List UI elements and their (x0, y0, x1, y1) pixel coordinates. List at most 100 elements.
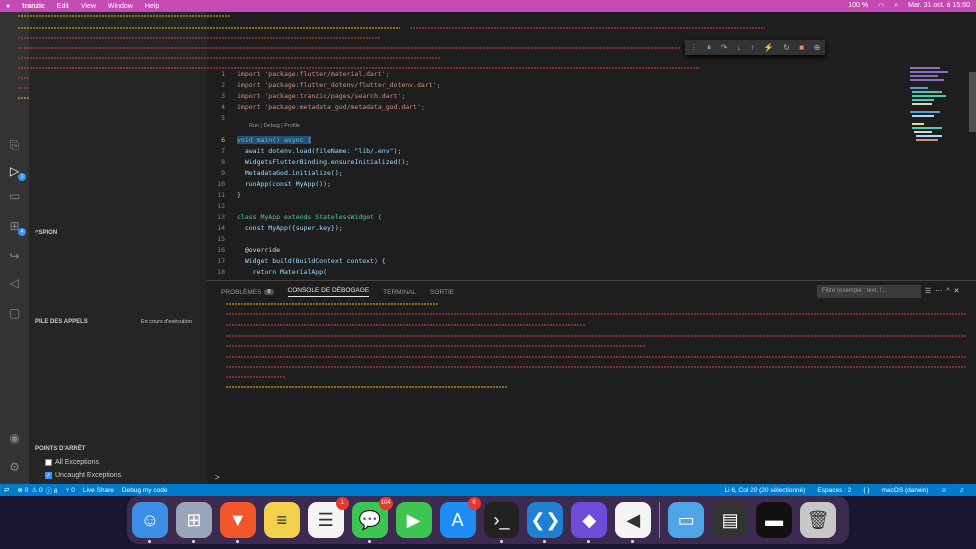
menu-help[interactable]: Help (145, 3, 159, 10)
console-filter-input[interactable]: Filtre (exemple : text, !... (817, 285, 921, 298)
dock-window-thumb-2-icon[interactable]: ▬ (756, 502, 793, 538)
line-number[interactable]: 11 (207, 191, 237, 199)
code-line[interactable]: 15 (207, 233, 237, 244)
indentation[interactable]: Espaces : 2 (817, 487, 851, 494)
line-number[interactable]: 15 (207, 235, 237, 243)
tab-output[interactable]: SORTIE (430, 287, 454, 297)
run-debug-icon[interactable]: ▷ 1 (6, 162, 26, 181)
menu-view[interactable]: View (81, 3, 96, 10)
apple-icon[interactable]: ● (6, 3, 10, 10)
tab-terminal[interactable]: TERMINAL (383, 287, 416, 297)
dock-obsidian-icon[interactable]: ◆ (571, 502, 608, 543)
console-prompt[interactable]: > (215, 473, 220, 482)
warnings-count[interactable]: ⚠ 0 (31, 486, 42, 494)
line-number[interactable]: 5 (207, 114, 237, 122)
dock-notes-icon[interactable]: ≡ (263, 502, 300, 538)
dock-facetime-icon[interactable]: ▶ (395, 502, 432, 538)
dock-terminal-icon[interactable]: ›_ (483, 502, 520, 543)
variables-header[interactable]: ^SPION (35, 230, 57, 236)
code-line[interactable]: 12 (207, 200, 237, 211)
clear-console-icon[interactable]: ☰ (925, 288, 935, 295)
code-line[interactable]: 8 WidgetsFlutterBinding.ensureInitialize… (207, 156, 409, 167)
line-number[interactable]: 18 (207, 268, 237, 276)
code-text[interactable]: } (237, 191, 241, 199)
code-line[interactable]: 11} (207, 189, 241, 200)
line-number[interactable]: 13 (207, 213, 237, 221)
dock-messages-icon[interactable]: 💬 104 (351, 497, 393, 543)
live-share-icon[interactable]: ↪ (6, 247, 23, 264)
dock-app-store-icon[interactable]: A6 (439, 497, 481, 538)
checkbox-checked[interactable]: ✓ (45, 472, 52, 479)
code-line[interactable]: 7 await dotenv.load(fileName: "lib/.env"… (207, 145, 401, 156)
code-text[interactable]: Widget build(BuildContext context) { (237, 257, 386, 265)
remote-explorer-icon[interactable]: ▭ (6, 187, 23, 204)
line-number[interactable]: 8 (207, 158, 237, 166)
errors-count[interactable]: ⊗ 0 (17, 486, 28, 494)
code-text[interactable]: MetadataGod.initialize(); (237, 169, 343, 177)
line-number[interactable]: 7 (207, 147, 237, 155)
code-line[interactable]: 13 class MyApp extends StatelessWidget { (207, 211, 382, 222)
maximize-icon[interactable]: ^ (946, 288, 953, 295)
code-line[interactable]: 14 const MyApp({super.key}); (207, 222, 343, 233)
breakpoint-all-exceptions[interactable]: All Exceptions (45, 459, 99, 466)
info-count[interactable]: ⓘ 8 (46, 485, 58, 495)
checkbox[interactable] (45, 459, 52, 466)
debug-mode-button[interactable]: Debug my code (122, 487, 168, 494)
dock-trash-icon[interactable]: 🗑 (800, 502, 836, 538)
close-panel-icon[interactable]: ✕ (954, 288, 964, 295)
code-line[interactable]: 9 MetadataGod.initialize(); (207, 167, 343, 178)
dock-launchpad-icon[interactable]: ⊞ (175, 502, 212, 543)
line-number[interactable]: 17 (207, 257, 237, 265)
code-line[interactable]: 6 void main() async { (207, 134, 312, 145)
dock-folder-icon[interactable]: ▭ (668, 502, 705, 538)
flutter-icon[interactable]: ◁ (6, 274, 23, 291)
line-number[interactable]: 9 (207, 169, 237, 177)
tab-debug-console[interactable]: CONSOLE DE DÉBOGAGE (287, 287, 370, 297)
code-text[interactable]: class MyApp extends StatelessWidget { (237, 213, 382, 221)
line-number[interactable]: 14 (207, 224, 237, 232)
explorer-icon[interactable]: ⎘ (6, 137, 23, 154)
breakpoints-header[interactable]: POINTS D'ARRÊT (35, 446, 85, 452)
search-icon[interactable]: ⌕ (894, 2, 898, 10)
settings-gear-icon[interactable]: ⚙ (6, 458, 23, 475)
dock-window-thumb-1-icon[interactable]: ▤ (712, 502, 749, 538)
breakpoint-uncaught-exceptions[interactable]: ✓ Uncaught Exceptions (45, 472, 121, 479)
remote-icon[interactable]: ⇄ (4, 486, 9, 494)
code-text[interactable]: void main() async { (237, 135, 312, 144)
code-line[interactable]: 16 @override (207, 244, 280, 255)
code-text[interactable]: return MaterialApp( (237, 268, 327, 276)
cursor-position[interactable]: Li 6, Col 20 (20 sélectionné) (724, 487, 805, 494)
more-actions-icon[interactable]: ⋯ (935, 288, 946, 295)
code-line[interactable]: 18 return MaterialApp( (207, 266, 327, 277)
dock-reminders-icon[interactable]: ☰ 1 (307, 497, 349, 538)
line-number[interactable]: 12 (207, 202, 237, 210)
device-selector[interactable]: macOS (darwin) (882, 487, 929, 494)
code-text[interactable]: runApp(const MyApp()); (237, 180, 331, 188)
callstack-header[interactable]: PILE DES APPELS (35, 319, 88, 325)
dock-vscode-icon[interactable]: ❮❯ (527, 502, 564, 543)
dock-finder-icon[interactable]: ☺ (132, 502, 168, 543)
line-number[interactable]: 10 (207, 180, 237, 188)
code-line[interactable]: 10 runApp(const MyApp()); (207, 178, 331, 189)
live-share-button[interactable]: Live Share (83, 487, 114, 494)
ports-count[interactable]: ⑂ 0 (66, 487, 75, 494)
language-braces[interactable]: { } (863, 487, 869, 494)
code-line[interactable]: 17 Widget build(BuildContext context) { (207, 255, 386, 266)
datetime[interactable]: Mar. 31 oct. à 15:50 (908, 2, 970, 10)
menu-app-name[interactable]: tranzic (22, 3, 45, 10)
menu-window[interactable]: Window (108, 3, 133, 10)
dock-flutter-icon[interactable]: ◀ (615, 502, 652, 543)
tab-problems[interactable]: PROBLÈMES 8 (221, 287, 274, 297)
live-share-icon[interactable]: ☺ (940, 487, 947, 494)
line-number[interactable]: 16 (207, 246, 237, 254)
code-text[interactable]: const MyApp({super.key}); (237, 224, 343, 232)
battery-text[interactable]: 100 % (848, 2, 868, 10)
code-text[interactable]: await dotenv.load(fileName: "lib/.env"); (237, 147, 402, 155)
chat-icon[interactable]: ▢ (6, 304, 23, 321)
menu-edit[interactable]: Edit (57, 3, 69, 10)
dock-brave-icon[interactable]: ▼ (219, 502, 256, 543)
code-text[interactable]: @override (237, 246, 280, 254)
line-number[interactable]: 6 (207, 136, 237, 144)
codelens-run-debug[interactable]: Run | Debug | Profile (249, 123, 300, 129)
account-icon[interactable]: ◉ (6, 429, 23, 446)
